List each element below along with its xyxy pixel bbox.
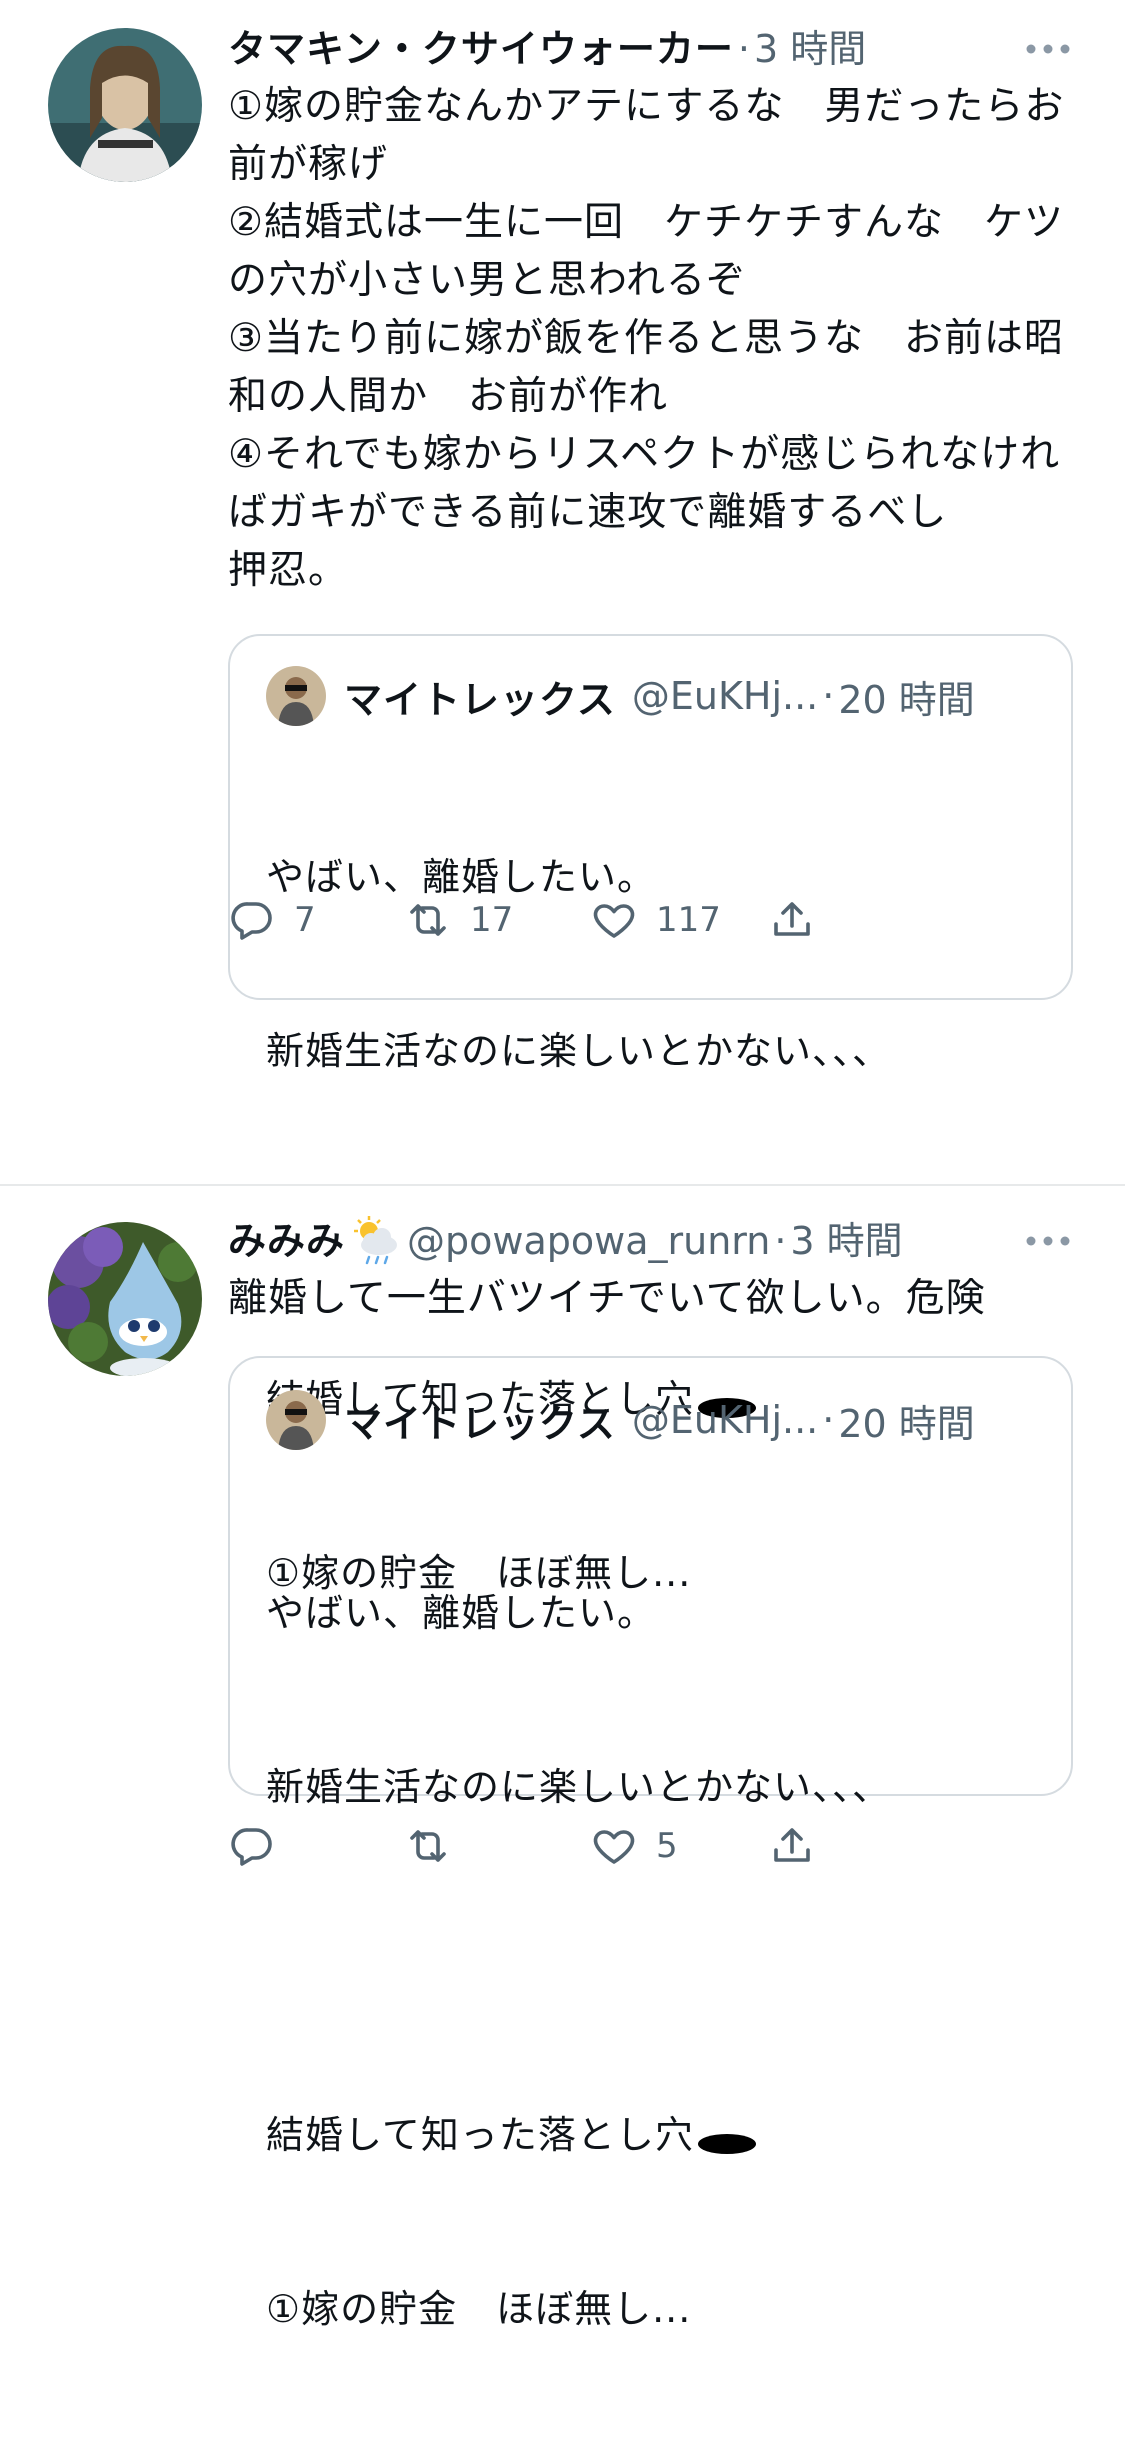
timestamp[interactable]: 3 時間 bbox=[790, 1212, 902, 1270]
quoted-text-line: 新婚生活なのに楽しいとかない、、、 bbox=[266, 1029, 892, 1073]
tweet-text: 離婚して一生バツイチでいて欲しい。危険 bbox=[228, 1276, 986, 1321]
quoted-user-avatar bbox=[266, 1390, 326, 1450]
quoted-handle: @EuKHj... bbox=[631, 1398, 819, 1442]
heart-icon bbox=[593, 904, 635, 938]
like-count: 5 bbox=[656, 1826, 678, 1866]
quoted-display-name: マイトレックス bbox=[344, 677, 616, 722]
reply-icon bbox=[231, 902, 272, 940]
quoted-text-span: 結婚して知った落とし穴 bbox=[266, 2113, 694, 2157]
tweet-header: タマキン・クサイウォーカー · 3 時間 bbox=[228, 20, 1073, 78]
share-button[interactable] bbox=[768, 1816, 816, 1876]
like-button[interactable]: 117 bbox=[590, 890, 721, 950]
avatar-image bbox=[48, 1222, 202, 1376]
retweet-button[interactable] bbox=[404, 1816, 470, 1876]
reply-count: 7 bbox=[294, 900, 316, 940]
quoted-tweet-header: マイトレックス @EuKHj... · 20 時間 bbox=[266, 1388, 1047, 1452]
tweet-divider bbox=[0, 1184, 1125, 1186]
quoted-text-line: 新婚生活なのに楽しいとかない、、、 bbox=[266, 1765, 892, 1809]
quoted-text-line: やばい、離婚したい。 bbox=[266, 1591, 657, 1635]
tweet-header: みみみ @powapowa_runrn · 3 時間 bbox=[228, 1212, 1073, 1270]
share-icon bbox=[774, 1828, 810, 1862]
quoted-timestamp: 20 時間 bbox=[838, 677, 975, 722]
avatar-image bbox=[48, 28, 202, 182]
retweet-count: 17 bbox=[470, 900, 514, 940]
like-count: 117 bbox=[656, 900, 721, 940]
separator-dot: · bbox=[737, 27, 750, 71]
quoted-user-avatar bbox=[266, 666, 326, 726]
tweet-actions: 5 bbox=[228, 1816, 988, 1876]
more-icon[interactable] bbox=[1023, 1216, 1073, 1266]
reply-button[interactable]: 7 bbox=[228, 890, 316, 950]
quoted-tweet[interactable]: マイトレックス @EuKHj... · 20 時間 やばい、離婚したい。 新婚生… bbox=[228, 1356, 1073, 2331]
retweet-icon bbox=[410, 904, 446, 936]
timestamp[interactable]: 3 時間 bbox=[754, 20, 866, 78]
retweet-icon bbox=[410, 1830, 446, 1862]
heart-icon bbox=[593, 1830, 635, 1864]
user-avatar[interactable] bbox=[48, 28, 202, 182]
quoted-display-name: マイトレックス bbox=[344, 1401, 616, 1446]
hole-emoji bbox=[697, 2134, 756, 2154]
separator-dot: · bbox=[822, 674, 835, 718]
reply-icon bbox=[231, 1828, 272, 1866]
quoted-timestamp: 20 時間 bbox=[838, 1401, 975, 1446]
tweet-text: ①嫁の貯金なんかアテにするな 男だったらお前が稼げ ②結婚式は一生に一回 ケチケ… bbox=[228, 84, 1065, 593]
tweet-2[interactable]: みみみ @powapowa_runrn · 3 時間 離婚して一生バツイチでいて… bbox=[0, 1212, 1125, 2331]
tweet-1[interactable]: タマキン・クサイウォーカー · 3 時間 ①嫁の貯金なんかアテにするな 男だった… bbox=[0, 20, 1125, 1595]
quoted-text-line: 結婚して知った落とし穴 bbox=[266, 2106, 1047, 2164]
like-button[interactable]: 5 bbox=[590, 1816, 678, 1876]
quoted-text-line: ①嫁の貯金 ほぼ無し... bbox=[266, 2287, 692, 2331]
quoted-tweet-header: マイトレックス @EuKHj... · 20 時間 bbox=[266, 664, 1047, 728]
quoted-tweet-text: やばい、離婚したい。 新婚生活なのに楽しいとかない、、、 結婚して知った落とし穴… bbox=[266, 1468, 1047, 2454]
more-icon[interactable] bbox=[1023, 24, 1073, 74]
user-handle[interactable]: @powapowa_runrn bbox=[407, 1212, 770, 1270]
share-icon bbox=[774, 902, 810, 936]
sun-rain-cloud-icon bbox=[354, 1216, 398, 1265]
retweet-button[interactable]: 17 bbox=[404, 890, 513, 950]
user-avatar[interactable] bbox=[48, 1222, 202, 1376]
quoted-handle: @EuKHj... bbox=[631, 674, 819, 718]
separator-dot: · bbox=[822, 1398, 835, 1442]
tweet-content: みみみ @powapowa_runrn · 3 時間 離婚して一生バツイチでいて… bbox=[228, 1212, 1073, 2331]
tweet-content: タマキン・クサイウォーカー · 3 時間 ①嫁の貯金なんかアテにするな 男だった… bbox=[228, 20, 1073, 1595]
share-button[interactable] bbox=[768, 890, 816, 950]
reply-button[interactable] bbox=[228, 1816, 294, 1876]
separator-dot: · bbox=[774, 1219, 787, 1263]
tweet-actions: 7 17 117 bbox=[228, 890, 988, 950]
display-name[interactable]: みみみ bbox=[228, 1212, 345, 1270]
display-name[interactable]: タマキン・クサイウォーカー bbox=[228, 20, 734, 78]
